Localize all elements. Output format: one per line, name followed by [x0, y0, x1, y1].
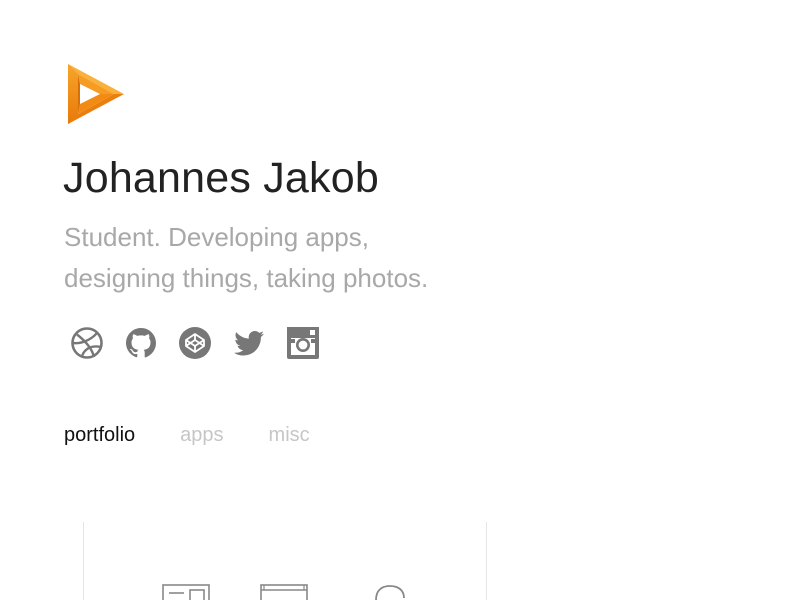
- page: Johannes Jakob Student. Developing apps,…: [0, 0, 800, 600]
- logo-icon[interactable]: [66, 62, 126, 126]
- tab-misc[interactable]: misc: [269, 422, 310, 448]
- dribbble-icon: [71, 327, 103, 359]
- twitter-icon: [234, 331, 264, 356]
- tagline-line-1: Student. Developing apps,: [64, 222, 369, 252]
- window-icon[interactable]: [260, 584, 310, 600]
- layout-icon[interactable]: [162, 584, 212, 600]
- chat-bubble-icon[interactable]: [372, 584, 412, 600]
- codepen-link[interactable]: [178, 326, 212, 360]
- github-icon: [126, 328, 156, 358]
- github-link[interactable]: [124, 326, 158, 360]
- portfolio-panel: [83, 522, 487, 600]
- instagram-link[interactable]: [286, 326, 320, 360]
- codepen-icon: [179, 327, 211, 359]
- instagram-icon: [287, 327, 319, 359]
- tab-portfolio[interactable]: portfolio: [64, 422, 135, 448]
- tagline-line-2: designing things, taking photos.: [64, 263, 429, 293]
- twitter-link[interactable]: [232, 326, 266, 360]
- dribbble-link[interactable]: [70, 326, 104, 360]
- tab-apps[interactable]: apps: [180, 422, 223, 448]
- tagline: Student. Developing apps, designing thin…: [64, 217, 524, 299]
- site-title: Johannes Jakob: [63, 154, 379, 202]
- filter-tabs: portfolio apps misc: [64, 422, 310, 448]
- social-links: [70, 326, 320, 360]
